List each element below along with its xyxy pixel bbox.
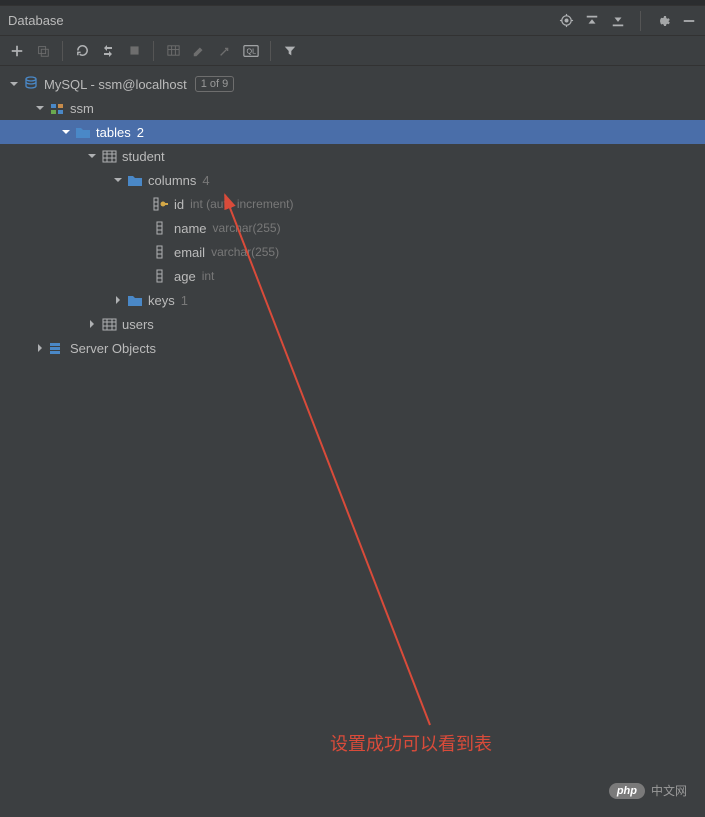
keys-group-label: keys	[148, 293, 175, 308]
chevron-right-icon[interactable]	[84, 319, 100, 329]
schema-label: ssm	[70, 101, 94, 116]
column-age-node[interactable]: age int	[0, 264, 705, 288]
table-view-icon	[162, 40, 184, 62]
target-icon[interactable]	[558, 13, 574, 29]
table-student-label: student	[122, 149, 165, 164]
refresh-icon[interactable]	[71, 40, 93, 62]
columns-group-node[interactable]: columns 4	[0, 168, 705, 192]
annotation-text: 设置成功可以看到表	[330, 730, 492, 756]
column-age-label: age	[174, 269, 196, 284]
column-id-meta: int (auto increment)	[190, 197, 293, 211]
jump-to-icon	[214, 40, 236, 62]
column-name-label: name	[174, 221, 207, 236]
filter-icon[interactable]	[279, 40, 301, 62]
key-column-icon	[152, 197, 170, 211]
watermark: php 中文网	[609, 782, 687, 799]
datasource-badge: 1 of 9	[195, 76, 235, 92]
stop-icon	[123, 40, 145, 62]
column-email-node[interactable]: email varchar(255)	[0, 240, 705, 264]
table-student-node[interactable]: student	[0, 144, 705, 168]
table-icon	[100, 318, 118, 331]
chevron-right-icon[interactable]	[110, 295, 126, 305]
add-icon[interactable]	[6, 40, 28, 62]
server-objects-node[interactable]: Server Objects	[0, 336, 705, 360]
column-icon	[152, 221, 170, 235]
keys-group-count: 1	[181, 293, 188, 308]
chevron-down-icon[interactable]	[84, 151, 100, 161]
column-name-node[interactable]: name varchar(255)	[0, 216, 705, 240]
panel-title: Database	[8, 13, 64, 28]
schema-node[interactable]: ssm	[0, 96, 705, 120]
expand-icon[interactable]	[584, 13, 600, 29]
toolbar: QL	[0, 36, 705, 66]
sync-arrows-icon[interactable]	[97, 40, 119, 62]
folder-icon	[74, 125, 92, 139]
edit-icon	[188, 40, 210, 62]
collapse-icon[interactable]	[610, 13, 626, 29]
duplicate-icon	[32, 40, 54, 62]
chevron-right-icon[interactable]	[32, 343, 48, 353]
server-objects-label: Server Objects	[70, 341, 156, 356]
chevron-down-icon[interactable]	[32, 103, 48, 113]
column-id-label: id	[174, 197, 184, 212]
schema-icon	[48, 100, 66, 116]
folder-icon	[126, 293, 144, 307]
column-id-node[interactable]: id int (auto increment)	[0, 192, 705, 216]
watermark-badge: php	[609, 783, 645, 799]
watermark-text: 中文网	[651, 782, 687, 799]
column-email-label: email	[174, 245, 205, 260]
column-age-meta: int	[202, 269, 215, 283]
tables-group-label: tables	[96, 125, 131, 140]
column-email-meta: varchar(255)	[211, 245, 279, 259]
chevron-down-icon[interactable]	[6, 79, 22, 89]
datasource-label: MySQL - ssm@localhost	[44, 77, 187, 92]
console-icon[interactable]: QL	[240, 40, 262, 62]
header-icons	[558, 11, 697, 31]
tree: MySQL - ssm@localhost 1 of 9 ssm tables …	[0, 66, 705, 366]
server-objects-icon	[48, 341, 66, 355]
column-name-meta: varchar(255)	[213, 221, 281, 235]
tables-group-node[interactable]: tables 2	[0, 120, 705, 144]
gear-icon[interactable]	[655, 13, 671, 29]
tables-group-count: 2	[137, 125, 144, 140]
columns-group-count: 4	[202, 173, 209, 188]
keys-group-node[interactable]: keys 1	[0, 288, 705, 312]
table-users-node[interactable]: users	[0, 312, 705, 336]
chevron-down-icon[interactable]	[110, 175, 126, 185]
column-icon	[152, 245, 170, 259]
svg-text:QL: QL	[247, 47, 257, 55]
columns-group-label: columns	[148, 173, 196, 188]
chevron-down-icon[interactable]	[58, 127, 74, 137]
panel-header: Database	[0, 6, 705, 36]
minimize-icon[interactable]	[681, 13, 697, 29]
table-icon	[100, 150, 118, 163]
column-icon	[152, 269, 170, 283]
table-users-label: users	[122, 317, 154, 332]
datasource-node[interactable]: MySQL - ssm@localhost 1 of 9	[0, 72, 705, 96]
folder-icon	[126, 173, 144, 187]
datasource-icon	[22, 76, 40, 92]
